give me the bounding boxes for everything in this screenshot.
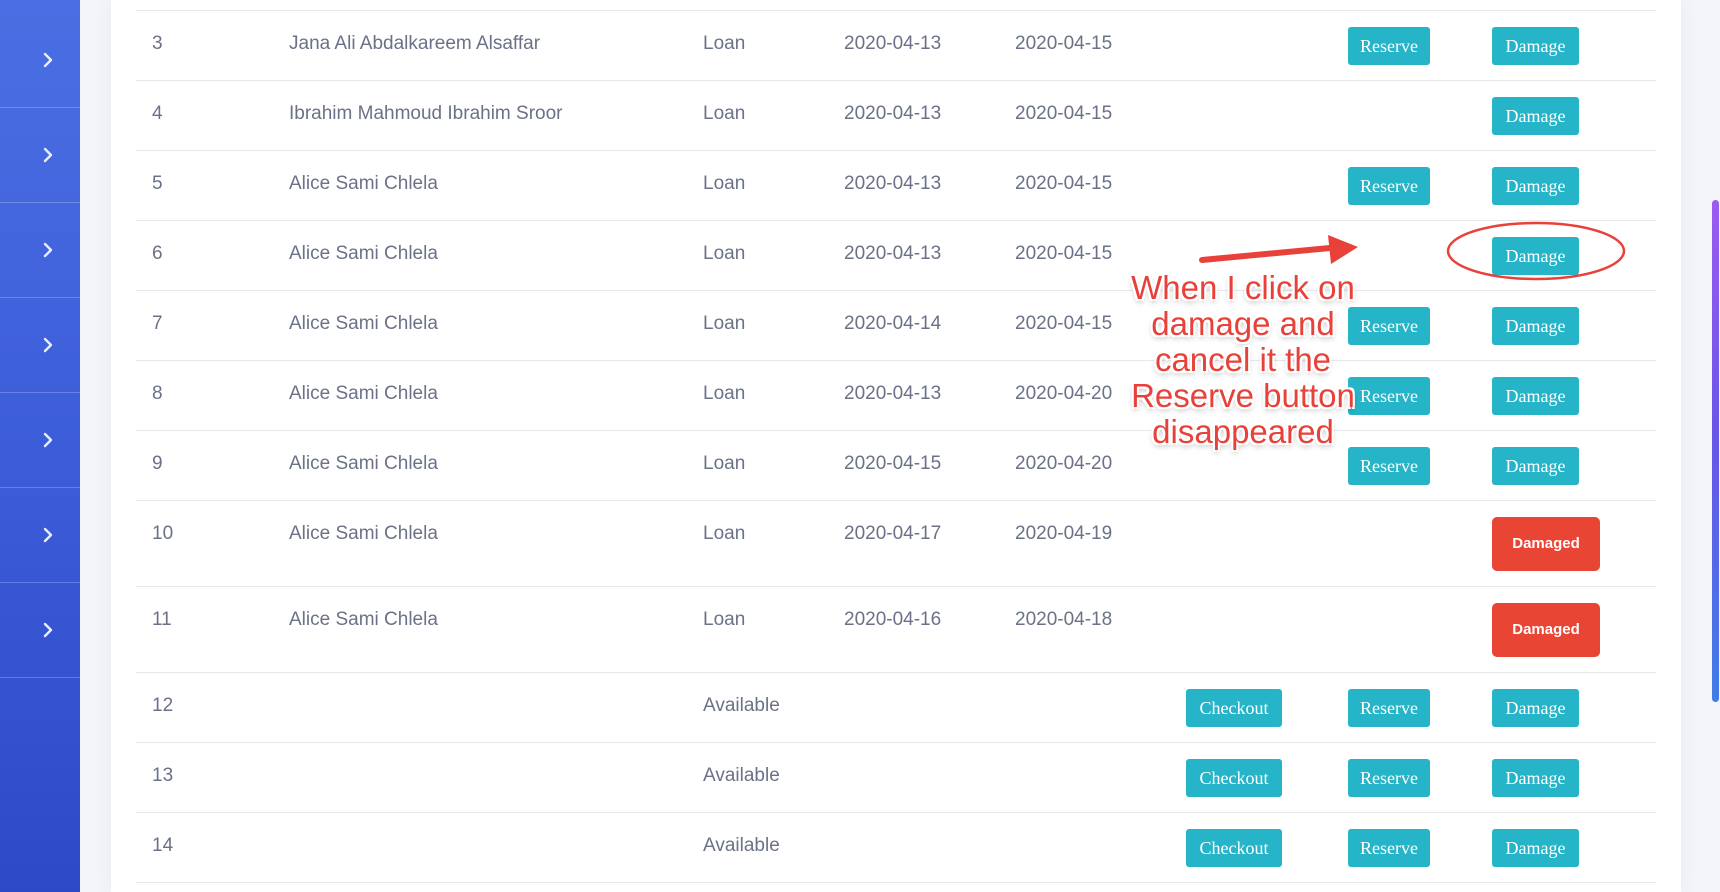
annotation-arrow-line xyxy=(1199,245,1333,263)
annotation-line: When I click on xyxy=(1131,269,1355,306)
annotation-line: disappeared xyxy=(1152,413,1334,450)
annotation-line: Reserve button xyxy=(1131,377,1355,414)
annotation-overlay xyxy=(1199,221,1626,281)
annotation-line: damage and xyxy=(1151,305,1335,342)
annotation-line: cancel it the xyxy=(1154,341,1332,378)
annotation-arrow-head xyxy=(1328,235,1358,264)
annotation-note: When I click on damage and cancel it the… xyxy=(1118,270,1368,450)
annotation-circle xyxy=(1446,221,1626,281)
